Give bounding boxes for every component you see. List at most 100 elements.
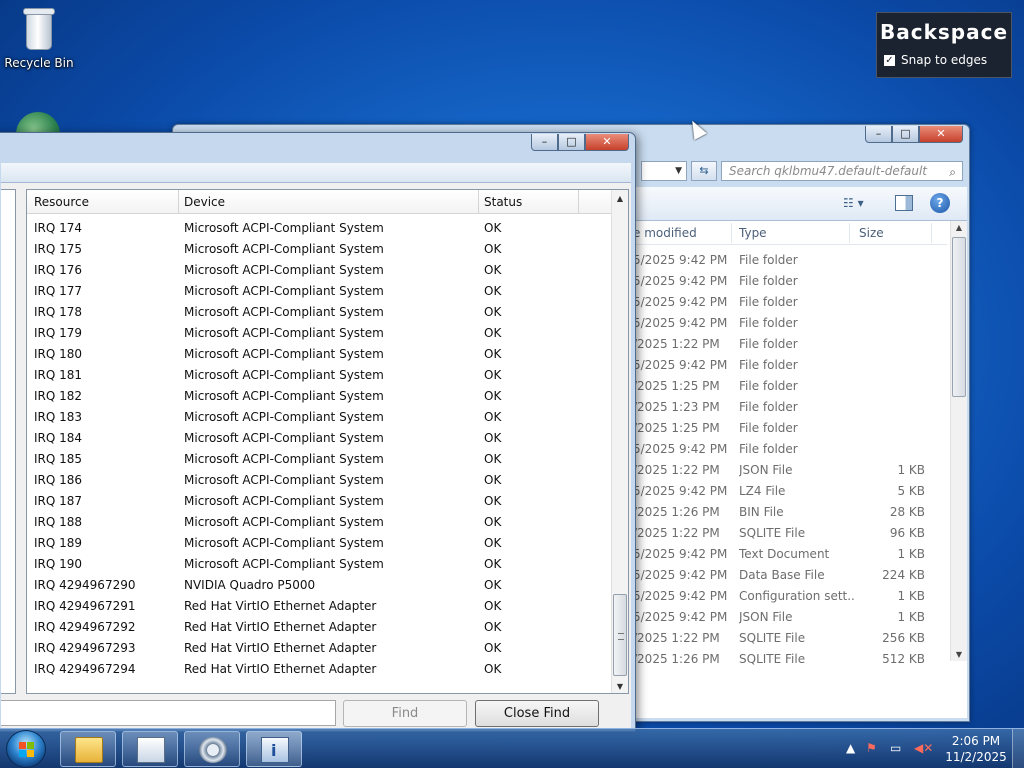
maximize-button[interactable]: □	[558, 134, 585, 151]
table-row[interactable]: IRQ 4294967294 Red Hat VirtIO Ethernet Ad…	[27, 658, 612, 679]
volume-muted-icon[interactable]: ◀✕	[914, 741, 933, 755]
snap-to-edges-option[interactable]: ✓ Snap to edges	[884, 53, 1011, 67]
table-row[interactable]: IRQ 182 Microsoft ACPI-Compliant System OK	[27, 385, 612, 406]
cell-size: 96 KB	[889, 526, 925, 540]
column-resource[interactable]: Resource	[34, 195, 89, 209]
file-row[interactable]: 5/2025 9:42 PM Data Base File 224 KB	[633, 565, 947, 586]
file-row[interactable]: /2025 1:22 PM JSON File 1 KB	[633, 460, 947, 481]
program-icon	[137, 737, 165, 763]
scrollbar-thumb[interactable]	[952, 237, 966, 397]
preview-pane-icon[interactable]	[895, 195, 913, 211]
cell-resource: IRQ 175	[34, 242, 83, 256]
file-row[interactable]: /2025 1:22 PM File folder	[633, 334, 947, 355]
file-row[interactable]: /2025 1:25 PM File folder	[633, 418, 947, 439]
system-information-window[interactable]: – □ ✕ Resource Device Status IRQ 174 Micr…	[0, 132, 636, 732]
refresh-icon[interactable]: ⇆	[691, 161, 717, 181]
minimize-button[interactable]: –	[531, 134, 558, 151]
table-row[interactable]: IRQ 177 Microsoft ACPI-Compliant System OK	[27, 280, 612, 301]
file-row[interactable]: 5/2025 9:42 PM File folder	[633, 250, 947, 271]
taskbar-explorer-button[interactable]	[60, 731, 116, 767]
file-row[interactable]: /2025 1:22 PM SQLITE File 96 KB	[633, 523, 947, 544]
resource-table[interactable]: Resource Device Status IRQ 174 Microsoft …	[26, 189, 629, 694]
show-desktop-button[interactable]	[1012, 729, 1024, 768]
file-row[interactable]: /2025 1:26 PM BIN File 28 KB	[633, 502, 947, 523]
taskbar-program-button[interactable]	[122, 731, 178, 767]
column-device[interactable]: Device	[184, 195, 225, 209]
cell-type: JSON File	[739, 463, 793, 477]
taskbar-settings-button[interactable]	[184, 731, 240, 767]
snap-checkbox[interactable]: ✓	[884, 54, 895, 66]
recycle-bin[interactable]: Recycle Bin	[2, 6, 76, 70]
file-row[interactable]: 5/2025 9:42 PM JSON File 1 KB	[633, 607, 947, 628]
cell-status: OK	[484, 368, 502, 382]
cell-date: 5/2025 9:42 PM	[633, 442, 728, 456]
file-row[interactable]: /2025 1:22 PM SQLITE File 256 KB	[633, 628, 947, 649]
table-row[interactable]: IRQ 185 Microsoft ACPI-Compliant System OK	[27, 448, 612, 469]
cell-resource: IRQ 184	[34, 431, 83, 445]
close-button[interactable]: ✕	[585, 134, 629, 151]
table-row[interactable]: IRQ 4294967291 Red Hat VirtIO Ethernet Ad…	[27, 595, 612, 616]
network-icon[interactable]: ▭	[890, 741, 901, 755]
table-row[interactable]: IRQ 180 Microsoft ACPI-Compliant System OK	[27, 343, 612, 364]
category-tree[interactable]	[1, 189, 16, 694]
help-icon[interactable]: ?	[930, 193, 950, 213]
table-row[interactable]: IRQ 188 Microsoft ACPI-Compliant System OK	[27, 511, 612, 532]
start-button[interactable]	[6, 730, 46, 768]
maximize-button[interactable]: □	[892, 126, 919, 143]
column-status[interactable]: Status	[484, 195, 522, 209]
close-find-button[interactable]: Close Find	[475, 700, 599, 727]
explorer-scrollbar[interactable]: ▲ ▼	[950, 221, 967, 661]
action-center-icon[interactable]: ⚑	[866, 741, 877, 755]
file-row[interactable]: 5/2025 9:42 PM File folder	[633, 313, 947, 334]
file-row[interactable]: 5/2025 9:42 PM Text Document 1 KB	[633, 544, 947, 565]
cell-resource: IRQ 177	[34, 284, 83, 298]
tray-expand-icon[interactable]: ▲	[846, 741, 855, 755]
taskbar-sysinfo-button[interactable]	[246, 731, 302, 767]
address-dropdown[interactable]: ▼	[641, 161, 687, 181]
table-row[interactable]: IRQ 189 Microsoft ACPI-Compliant System OK	[27, 532, 612, 553]
table-row[interactable]: IRQ 190 Microsoft ACPI-Compliant System OK	[27, 553, 612, 574]
file-row[interactable]: 5/2025 9:42 PM File folder	[633, 271, 947, 292]
column-size[interactable]: Size	[859, 226, 884, 240]
table-row[interactable]: IRQ 174 Microsoft ACPI-Compliant System OK	[27, 217, 612, 238]
find-button[interactable]: Find	[343, 700, 467, 727]
scrollbar-thumb[interactable]	[613, 594, 627, 676]
table-row[interactable]: IRQ 181 Microsoft ACPI-Compliant System OK	[27, 364, 612, 385]
search-input[interactable]: Search qklbmu47.default-default ⌕	[721, 161, 963, 181]
table-row[interactable]: IRQ 184 Microsoft ACPI-Compliant System OK	[27, 427, 612, 448]
table-row[interactable]: IRQ 4294967292 Red Hat VirtIO Ethernet Ad…	[27, 616, 612, 637]
table-row[interactable]: IRQ 176 Microsoft ACPI-Compliant System OK	[27, 259, 612, 280]
file-row[interactable]: 5/2025 9:42 PM File folder	[633, 292, 947, 313]
file-list[interactable]: e modified Type Size 5/2025 9:42 PM File …	[633, 221, 967, 718]
table-row[interactable]: IRQ 183 Microsoft ACPI-Compliant System OK	[27, 406, 612, 427]
table-row[interactable]: IRQ 175 Microsoft ACPI-Compliant System OK	[27, 238, 612, 259]
cell-resource: IRQ 187	[34, 494, 83, 508]
table-row[interactable]: IRQ 187 Microsoft ACPI-Compliant System OK	[27, 490, 612, 511]
column-type[interactable]: Type	[739, 226, 767, 240]
table-row[interactable]: IRQ 4294967290 NVIDIA Quadro P5000 OK	[27, 574, 612, 595]
file-row[interactable]: 5/2025 9:42 PM LZ4 File 5 KB	[633, 481, 947, 502]
close-button[interactable]: ✕	[919, 126, 963, 143]
find-input[interactable]	[1, 700, 336, 726]
search-icon[interactable]: ⌕	[949, 163, 956, 180]
file-row[interactable]: 5/2025 9:42 PM Configuration sett... 1 KB	[633, 586, 947, 607]
file-row[interactable]: /2025 1:26 PM SQLITE File 512 KB	[633, 649, 947, 668]
table-row[interactable]: IRQ 178 Microsoft ACPI-Compliant System OK	[27, 301, 612, 322]
file-row[interactable]: /2025 1:25 PM File folder	[633, 376, 947, 397]
file-row[interactable]: /2025 1:23 PM File folder	[633, 397, 947, 418]
change-view-icon[interactable]: ☷ ▾	[843, 196, 879, 212]
minimize-button[interactable]: –	[865, 126, 892, 143]
cell-status: OK	[484, 620, 502, 634]
table-row[interactable]: IRQ 179 Microsoft ACPI-Compliant System OK	[27, 322, 612, 343]
file-row[interactable]: 5/2025 9:42 PM File folder	[633, 439, 947, 460]
cell-type: File folder	[739, 379, 798, 393]
cell-status: OK	[484, 410, 502, 424]
cell-type: File folder	[739, 253, 798, 267]
table-row[interactable]: IRQ 4294967293 Red Hat VirtIO Ethernet Ad…	[27, 637, 612, 658]
column-date-modified[interactable]: e modified	[633, 226, 697, 240]
file-row[interactable]: 5/2025 9:42 PM File folder	[633, 355, 947, 376]
cell-size: 28 KB	[889, 505, 925, 519]
table-row[interactable]: IRQ 186 Microsoft ACPI-Compliant System OK	[27, 469, 612, 490]
clock[interactable]: 2:06 PM 11/2/2025	[940, 733, 1012, 765]
resource-scrollbar[interactable]: ▲ ▼	[611, 190, 628, 693]
